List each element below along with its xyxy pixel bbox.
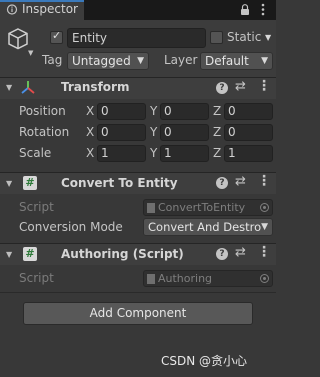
presets-icon[interactable]: ⇄ [235,174,246,189]
script-file-icon [147,274,155,284]
cube-icon[interactable] [6,27,30,51]
scale-z-field[interactable]: 1 [224,145,273,162]
add-component-button[interactable]: Add Component [23,302,253,325]
icon-dropdown-caret-icon[interactable]: ▼ [28,49,33,57]
axis-y-label: Y [150,125,158,139]
presets-icon[interactable]: ⇄ [235,245,246,260]
chevron-down-icon: ▼ [137,56,144,66]
transform-title: Transform [61,80,130,94]
script-value: Authoring [158,272,213,285]
foldout-arrow-icon[interactable]: ▼ [6,83,12,92]
static-checkbox[interactable] [210,31,223,44]
object-picker-icon [260,274,269,283]
position-z-field[interactable]: 0 [224,103,273,120]
active-checkbox[interactable]: ✓ [50,29,63,44]
conversion-mode-dropdown[interactable]: Convert And Destro ▼ [143,218,273,236]
tag-dropdown[interactable]: Untagged ▼ [67,52,149,70]
scale-label: Scale [19,146,52,160]
help-icon[interactable]: ? [216,82,228,94]
layer-dropdown[interactable]: Default ▼ [200,52,273,70]
layer-label: Layer [164,53,198,67]
script-label: Script [19,271,54,285]
component-menu-icon[interactable]: ⋮ [257,78,271,94]
script-label: Script [19,200,54,214]
name-field[interactable]: Entity [67,28,206,48]
transform-axes-icon [21,81,35,94]
script-file-icon [147,203,155,213]
scale-y-field[interactable]: 1 [160,145,209,162]
object-picker-icon [260,203,269,212]
position-x-field[interactable]: 0 [97,103,146,120]
foldout-arrow-icon[interactable]: ▼ [6,179,12,188]
axis-x-label: X [86,104,95,118]
axis-z-label: Z [213,146,222,160]
conversion-mode-value: Convert And Destro [148,220,262,234]
presets-icon[interactable]: ⇄ [235,79,246,94]
script-object-field: Authoring [143,270,273,287]
watermark: CSDN @贪小心 [161,354,248,368]
info-icon [6,4,18,15]
rotation-y-field[interactable]: 0 [160,124,209,141]
axis-z-label: Z [213,125,222,139]
rotation-z-field[interactable]: 0 [224,124,273,141]
convert-to-entity-title: Convert To Entity [61,176,178,190]
axis-y-label: Y [150,146,158,160]
axis-z-label: Z [213,104,222,118]
axis-y-label: Y [150,104,158,118]
script-value: ConvertToEntity [158,201,246,214]
rotation-x-field[interactable]: 0 [97,124,146,141]
lock-icon[interactable] [240,4,250,15]
chevron-down-icon: ▼ [261,222,268,232]
rotation-label: Rotation [19,125,70,139]
foldout-arrow-icon[interactable]: ▼ [6,250,12,259]
tag-label: Tag [42,53,63,67]
scale-x-field[interactable]: 1 [97,145,146,162]
script-hash-icon: # [23,247,37,261]
layer-value: Default [205,54,249,68]
axis-x-label: X [86,146,95,160]
tab-title: Inspector [22,2,78,16]
help-icon[interactable]: ? [216,177,228,189]
checkmark-icon: ✓ [52,29,62,42]
position-label: Position [19,104,66,118]
help-icon[interactable]: ? [216,248,228,260]
tag-value: Untagged [72,54,131,68]
component-menu-icon[interactable]: ⋮ [257,173,271,189]
kebab-menu-icon[interactable] [258,3,268,16]
axis-x-label: X [86,125,95,139]
position-y-field[interactable]: 0 [160,103,209,120]
static-dropdown-icon[interactable]: ▼ [265,33,272,42]
script-object-field: ConvertToEntity [143,199,273,216]
divider [0,292,276,293]
chevron-down-icon: ▼ [261,56,268,66]
component-menu-icon[interactable]: ⋮ [257,244,271,260]
script-hash-icon: # [23,176,37,190]
conversion-mode-label: Conversion Mode [19,220,123,234]
static-label: Static [227,30,262,44]
authoring-title: Authoring (Script) [61,247,184,261]
